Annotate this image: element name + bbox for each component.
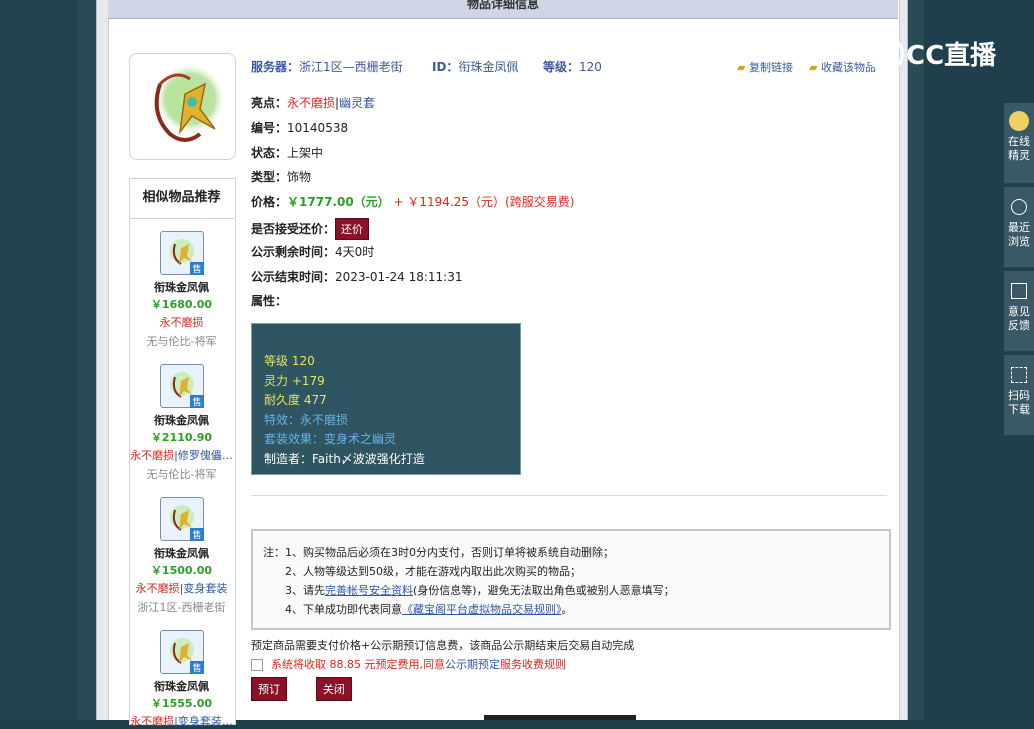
- attribute-label: 属性：: [251, 294, 288, 308]
- attr-line: 特效：永不磨损: [264, 413, 349, 427]
- number-row: 编号：10140538: [251, 121, 349, 135]
- online-assistant-button[interactable]: 在线 精灵: [1004, 103, 1034, 184]
- level-info: 等级：120: [543, 60, 602, 74]
- divider: [251, 495, 887, 496]
- attr-line: 灵力 +179: [264, 374, 325, 388]
- end-time-row: 公示结束时间：2023-01-24 18:11:31: [251, 270, 463, 284]
- notice-line-2: 2、人物等级达到50级，才能在游戏内取出此次购买的物品；: [285, 565, 581, 578]
- similar-item[interactable]: 售 衔珠金凤佩 ￥2110.90 永不磨损|修罗傀儡… 无与伦比-将军: [129, 364, 234, 482]
- attribute-box: 等级 120 灵力 +179 耐久度 477 特效：永不磨损 套装效果：变身术之…: [251, 323, 521, 475]
- attr-line: 等级 120: [264, 354, 315, 368]
- cc-live-logo: CC直播: [868, 35, 1008, 73]
- reserve-buttons: 预订 关闭: [251, 677, 352, 701]
- security-info-link[interactable]: 完善帐号安全资料: [325, 584, 413, 597]
- bottom-edge: [484, 715, 636, 720]
- notice-line-3: 3、请先完善帐号安全资料(身份信息等)，避免无法取出角色或被别人恶意填写；: [285, 584, 675, 597]
- price-row: 价格：￥1777.00（元） + ￥1194.25（元）(跨服交易费): [251, 195, 575, 209]
- sale-badge: 售: [190, 262, 204, 275]
- background-left: [0, 0, 78, 720]
- folder-icon: ▰: [737, 61, 746, 74]
- notice-line-4: 4、下单成功即代表同意《藏宝阁平台虚拟物品交易规则》。: [285, 603, 573, 616]
- clock-icon: [1011, 199, 1027, 215]
- similar-item[interactable]: 售 衔珠金凤佩 ￥1555.00 永不磨损|变身套装…: [129, 630, 234, 729]
- right-floating-bar: 在线 精灵 最近 浏览 意见 反馈 扫码 下载: [1004, 103, 1034, 436]
- reserve-agree-row: 系统将收取 88.85 元预定费用,同意公示期预定服务收费规则: [251, 656, 566, 672]
- recent-browse-button[interactable]: 最近 浏览: [1004, 187, 1034, 268]
- item-thumbnail: 售: [159, 231, 204, 275]
- server-info: 服务器：浙江1区—西栅老街: [251, 60, 403, 74]
- reserve-button[interactable]: 预订: [251, 677, 287, 701]
- background-left-strip: [78, 0, 96, 720]
- agree-checkbox[interactable]: [251, 659, 263, 671]
- similar-items-title: 相似物品推荐: [129, 178, 234, 219]
- notice-box: 注：1、购买物品后必须在3时0分内支付，否则订单将被系统自动删除； 2、人物等级…: [251, 529, 891, 630]
- notice-line-1: 注：1、购买物品后必须在3时0分内支付，否则订单将被系统自动删除；: [263, 546, 614, 559]
- attr-line: 耐久度 477: [264, 393, 327, 407]
- scan-icon: [1011, 367, 1027, 383]
- background-right-strip: [906, 0, 924, 720]
- bargain-row: 是否接受还价： 还价: [251, 218, 370, 240]
- id-info: ID：衔珠金凤佩: [432, 60, 519, 74]
- attr-line: 制造者：Faith〆波波强化打造: [264, 452, 425, 466]
- feedback-button[interactable]: 意见 反馈: [1004, 271, 1034, 352]
- type-row: 类型：饰物: [251, 170, 312, 184]
- sale-badge: 售: [190, 661, 204, 674]
- copy-link-button[interactable]: ▰ 复制链接: [737, 59, 793, 75]
- panel-title: 物品详细信息: [108, 0, 898, 19]
- item-thumbnail: 售: [159, 364, 204, 408]
- trade-rules-link[interactable]: 《藏宝阁平台虚拟物品交易规则》: [402, 603, 562, 616]
- cc-logo-icon: [868, 35, 904, 72]
- item-thumbnail: 售: [159, 497, 204, 541]
- reserve-rules-link[interactable]: 公示期预定: [445, 658, 500, 671]
- sale-badge: 售: [190, 395, 204, 408]
- attr-line: 套装效果：变身术之幽灵: [264, 432, 397, 446]
- assistant-avatar-icon: [1009, 111, 1029, 131]
- reserve-description: 预定商品需要支付价格+公示期预订信息费，该商品公示期结束后交易自动完成: [251, 639, 635, 652]
- folder-icon: ▰: [809, 61, 818, 74]
- bargain-button[interactable]: 还价: [335, 218, 370, 240]
- edit-icon: [1011, 283, 1027, 299]
- collect-button[interactable]: ▰ 收藏该物品: [809, 59, 876, 75]
- close-button[interactable]: 关闭: [315, 677, 352, 701]
- similar-item[interactable]: 售 衔珠金凤佩 ￥1500.00 永不磨损|变身套装 浙江1区-西栅老街: [129, 497, 234, 615]
- status-row: 状态：上架中: [251, 146, 324, 160]
- item-thumbnail: 售: [159, 630, 204, 674]
- similar-item[interactable]: 售 衔珠金凤佩 ￥1680.00 永不磨损 无与伦比-将军: [129, 231, 234, 349]
- sale-badge: 售: [190, 528, 204, 541]
- scan-download-button[interactable]: 扫码 下载: [1004, 355, 1034, 436]
- highlight-row: 亮点：永不磨损|幽灵套: [251, 96, 376, 110]
- remain-time-row: 公示剩余时间：4天0时: [251, 245, 375, 259]
- item-image: [129, 53, 236, 160]
